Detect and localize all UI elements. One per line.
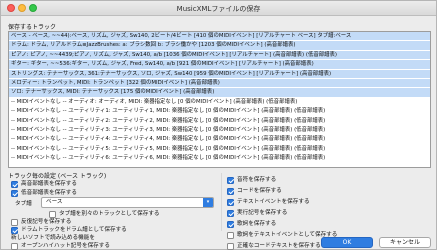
global-option-checkbox-box[interactable] xyxy=(227,210,234,217)
track-row[interactable]: -- MIDIイベントなし -- ユーティリティ3: ユーティリティ3, MID… xyxy=(9,125,430,136)
save-treble-checkbox[interactable]: 高音部譜表を保存する xyxy=(11,180,77,189)
save-open-hihat-checkbox-box[interactable] xyxy=(11,243,18,250)
global-option-checkbox-box[interactable] xyxy=(227,188,234,195)
global-option-label: 実行記号を保存する xyxy=(237,210,288,216)
global-option-checkbox[interactable]: コードを保存する xyxy=(227,187,282,196)
global-option-label: 音符を保存する xyxy=(237,177,277,183)
track-row[interactable]: -- MIDIイベントなし -- ユーティリティ5: ユーティリティ5, MID… xyxy=(9,144,430,155)
track-row[interactable]: ソロ: テナーサックス, MIDI: テナーサックス [175 個のMIDIイベ… xyxy=(9,88,430,98)
save-musicxml-dialog: MusicXMLファイルの保存 保存するトラック ベース - ベース, ~~44… xyxy=(0,0,437,250)
global-option-checkbox-box[interactable] xyxy=(227,232,234,239)
track-row[interactable]: -- MIDIイベントなし -- ユーティリティ4: ユーティリティ4, MID… xyxy=(9,135,430,145)
options-divider xyxy=(221,173,222,231)
tab-separate-label: タブ譜を別々のトラックとして保存する xyxy=(59,211,160,217)
global-option-label: コードを保存する xyxy=(237,188,282,194)
track-row[interactable]: ストリングス: テナーサックス, 361:テナーサックス, ソロ, ジャズ, S… xyxy=(9,69,430,79)
track-row[interactable]: ピアノ: ピアノ, ~~4439;ピアノ, リズム, ジャズ, Sw140, a… xyxy=(9,50,430,61)
global-option-checkbox[interactable]: 実行記号を保存する xyxy=(227,209,287,218)
track-row[interactable]: -- MIDIイベントなし -- オーディオ: オーディオ, MIDI: 楽器指… xyxy=(9,97,430,108)
track-row[interactable]: メロディー: トランペット, MIDI: トランペット [322 個のMIDIイ… xyxy=(9,78,430,89)
global-option-checkbox[interactable]: テキストイベントを保存する xyxy=(227,198,310,207)
global-option-label: テキストイベントを保存する xyxy=(237,199,310,205)
track-row[interactable]: -- MIDIイベントなし -- ユーティリティ1: ユーティリティ1, MID… xyxy=(9,107,430,117)
track-row[interactable]: ギター: ギター, ~~536:ギター, リズム, ジャズ, Fred, Sw1… xyxy=(9,60,430,70)
track-row[interactable]: ドラム: ドラム, リアルドラム≡JazzBrushes: a: ブラシ数回 b… xyxy=(9,41,430,51)
window-title: MusicXMLファイルの保存 xyxy=(176,5,261,13)
save-treble-label: 高音部譜表を保存する xyxy=(21,181,77,187)
global-option-checkbox-box[interactable] xyxy=(227,177,234,184)
tab-separate-checkbox-box[interactable] xyxy=(49,211,56,218)
track-list[interactable]: ベース - ベース, ~~44):ベース, リズム, ジャズ, Sw140, 2… xyxy=(8,31,431,168)
save-bass-checkbox-box[interactable] xyxy=(11,190,18,197)
global-option-checkbox-box[interactable] xyxy=(227,243,234,250)
track-row[interactable]: ベース - ベース, ~~44):ベース, リズム, ジャズ, Sw140, 2… xyxy=(9,32,430,42)
global-option-checkbox[interactable]: 音符を保存する xyxy=(227,176,276,185)
global-option-checkbox-box[interactable] xyxy=(227,221,234,228)
ok-button[interactable]: OK xyxy=(321,237,373,248)
track-row[interactable]: -- MIDIイベントなし -- ユーティリティ6: ユーティリティ6, MID… xyxy=(9,154,430,164)
title-bar: MusicXMLファイルの保存 xyxy=(1,1,436,16)
global-option-checkbox-box[interactable] xyxy=(227,199,234,206)
global-option-label: 歌詞を保存する xyxy=(237,221,277,227)
tracks-section-label: 保存するトラック xyxy=(8,24,57,31)
track-row[interactable]: -- MIDIイベントなし -- ユーティリティ2: ユーティリティ2, MID… xyxy=(9,116,430,126)
save-drums-checkbox-box[interactable] xyxy=(11,227,18,234)
chevron-updown-icon: ▾ xyxy=(203,198,213,207)
global-option-checkbox[interactable]: 歌詞を保存する xyxy=(227,220,276,229)
save-treble-checkbox-box[interactable] xyxy=(11,181,18,188)
track-options-title: トラック毎の設定 (ベース トラック) xyxy=(8,173,107,180)
tab-label: タブ譜 xyxy=(15,201,32,207)
tab-select[interactable]: ベース ▾ xyxy=(41,197,214,208)
save-repeat-checkbox-box[interactable] xyxy=(11,219,18,226)
cancel-button[interactable]: キャンセル xyxy=(379,237,431,248)
tab-select-value: ベース xyxy=(46,199,63,205)
